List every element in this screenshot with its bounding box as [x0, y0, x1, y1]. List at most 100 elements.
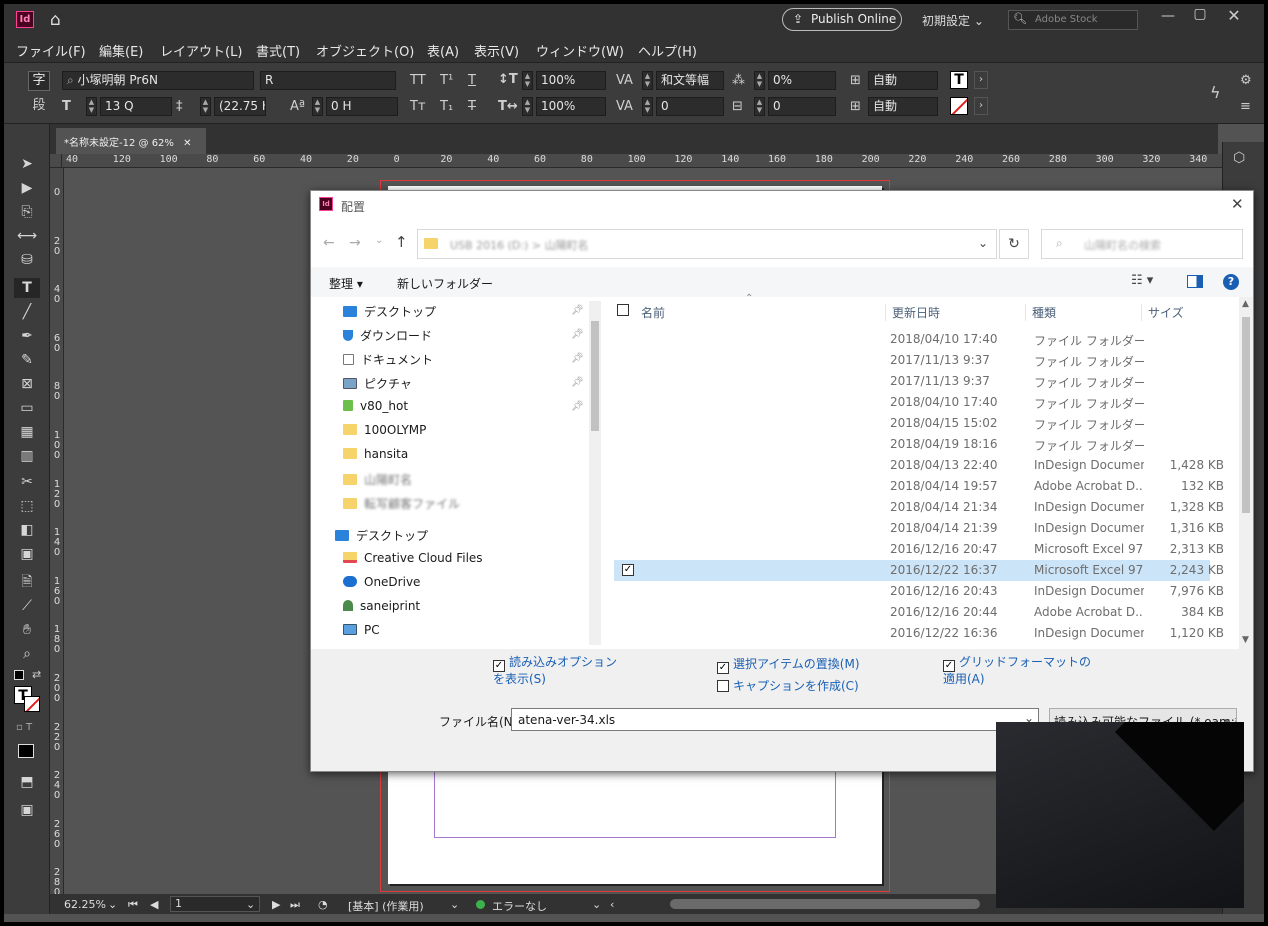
character-mode-button[interactable]: 字	[28, 71, 50, 91]
swatch-menu-arrow[interactable]: ›	[974, 71, 988, 89]
preview-pane-icon[interactable]	[1187, 275, 1203, 288]
gap-tool-icon[interactable]: ⟷	[14, 226, 40, 246]
column-header-date[interactable]: 更新日時	[885, 304, 940, 321]
direct-selection-tool-icon[interactable]: ▶	[14, 178, 40, 198]
menu-window[interactable]: ウィンドウ(W)	[536, 41, 624, 60]
leading-input[interactable]: (22.75 H	[214, 97, 266, 116]
new-folder-button[interactable]: 新しいフォルダー	[397, 275, 493, 292]
apply-color-icon[interactable]	[18, 744, 34, 758]
cc-libraries-icon[interactable]: ⬡	[1233, 150, 1245, 166]
fill-stroke-swatch[interactable]: T	[14, 686, 42, 714]
table-row[interactable]: ✓atena-ver-34.xls2016/12/22 16:37Microso…	[614, 560, 1224, 581]
preflight-profile[interactable]: [基本] (作業用)	[348, 898, 424, 914]
refresh-button[interactable]: ↻	[999, 229, 1029, 259]
superscript-icon[interactable]: T¹	[440, 73, 453, 88]
zoom-level[interactable]: 62.25%	[64, 898, 106, 911]
preflight-errors[interactable]: エラーなし	[492, 898, 547, 914]
rectangle-frame-tool-icon[interactable]: ⊠	[14, 374, 40, 394]
paragraph-mode-button[interactable]: 段	[28, 97, 50, 117]
table-row[interactable]: 住所取込み2018/04/15 15:02ファイル フォルダー	[614, 413, 1210, 434]
show-import-options-checkbox[interactable]: ✓ 読み込みオプションを表示(S)	[493, 655, 623, 687]
back-icon[interactable]: ←	[323, 235, 335, 251]
strikethrough-icon[interactable]: T	[468, 99, 476, 114]
organize-button[interactable]: 整理 ▾	[329, 275, 363, 292]
vertical-grid-tool-icon[interactable]: ▥	[14, 446, 40, 466]
vertical-scale-input[interactable]: 100%	[536, 71, 606, 90]
hand-tool-icon[interactable]: ✋︎	[14, 620, 40, 640]
minimize-button[interactable]: —	[1156, 8, 1180, 24]
eyedropper-tool-icon[interactable]: ⟋	[14, 596, 40, 616]
first-page-icon[interactable]: ⏮︎	[128, 898, 138, 912]
pin-icon[interactable]: 📌︎	[571, 305, 584, 316]
leading-stepper[interactable]: ▲ ▼	[200, 97, 211, 116]
table-row[interactable]: atena_tmp2017/11/13 9:37ファイル フォルダー	[614, 371, 1210, 392]
aki-stepper[interactable]: ▲ ▼	[754, 97, 765, 116]
screen-mode-icon[interactable]: ⬒	[14, 772, 40, 792]
table-row[interactable]: 住所取込みRevC2018/04/19 18:16ファイル フォルダー	[614, 434, 1210, 455]
address-dropdown-icon[interactable]: ⌄	[978, 236, 988, 250]
table-row[interactable]: atena-ver-2３山陽.xls2016/12/16 20:47Micros…	[614, 539, 1224, 560]
last-page-icon[interactable]: ⏭︎	[290, 898, 300, 912]
menu-table[interactable]: 表(A)	[427, 41, 459, 60]
swap-colors-icon[interactable]: ⇄	[32, 668, 41, 681]
horizontal-scrollbar-thumb[interactable]	[670, 899, 980, 909]
previous-page-icon[interactable]: ◀	[150, 898, 158, 911]
preflight-dropdown-icon[interactable]: ⌄	[450, 898, 459, 911]
all-caps-icon[interactable]: TT	[410, 73, 426, 88]
default-colors-icon[interactable]	[14, 670, 24, 680]
subscript-icon[interactable]: T₁	[440, 99, 453, 114]
adobe-stock-search[interactable]: 🔍︎ Adobe Stock	[1008, 10, 1138, 30]
horizontal-ruler[interactable]: 40 120 100 80 60 40 20 0 20 40 60 80 100 120 140 160 180…	[62, 154, 1222, 168]
table-row[interactable]: 00-000頁-96回-大会誌都道府県役員名...2018/04/10 17:4…	[614, 329, 1210, 350]
menu-object[interactable]: オブジェクト(O)	[316, 41, 414, 60]
workspace-switcher[interactable]: 初期設定 ⌄	[922, 12, 984, 29]
column-header-name[interactable]: 名前	[641, 304, 665, 321]
menu-type[interactable]: 書式(T)	[256, 41, 300, 60]
scroll-left-icon[interactable]: ‹	[610, 898, 614, 911]
up-folder-icon[interactable]: ↑	[395, 233, 408, 251]
view-options-icon[interactable]: ☷ ▾	[1131, 273, 1153, 288]
next-page-icon[interactable]: ▶	[272, 898, 280, 911]
table-row[interactable]: T_NEnenga.pdf2016/12/16 20:44Adobe Acrob…	[614, 602, 1224, 623]
publish-online-button[interactable]: ⇪ Publish Online	[782, 8, 902, 31]
text-stroke-swatch[interactable]	[950, 97, 968, 115]
file-list-scrollbar[interactable]: ▲ ▼	[1239, 297, 1253, 649]
type-tool-icon[interactable]: T	[14, 278, 40, 298]
open-document-icon[interactable]: ◔	[318, 898, 328, 911]
gear-icon[interactable]: ⚙	[1240, 73, 1252, 88]
rectangle-tool-icon[interactable]: ▭	[14, 398, 40, 418]
menu-file[interactable]: ファイル(F)	[16, 41, 86, 60]
zoom-dropdown-icon[interactable]: ⌄	[108, 898, 117, 911]
font-style-select[interactable]: R	[260, 71, 396, 90]
table-row[interactable]: 今期差し替えの96回2018役員名簿2018/04/10 17:40ファイル フ…	[614, 392, 1210, 413]
document-tab[interactable]: *名称未設定-12 @ 62% ✕	[56, 128, 206, 154]
tracking-stepper[interactable]: ▲ ▼	[642, 97, 653, 116]
home-icon[interactable]: ⌂	[50, 10, 61, 30]
tracking-input[interactable]: 0	[656, 97, 724, 116]
forward-icon[interactable]: →	[349, 235, 361, 251]
baseline-shift-input[interactable]: 0 H	[326, 97, 398, 116]
maximize-button[interactable]: ▢	[1188, 6, 1212, 22]
ruler-origin[interactable]	[50, 154, 62, 168]
close-button[interactable]: ✕	[1222, 6, 1246, 25]
kerning-stepper[interactable]: ▲ ▼	[642, 71, 653, 90]
gradient-swatch-tool-icon[interactable]: ◧	[14, 520, 40, 540]
text-fill-swatch[interactable]: T	[950, 71, 968, 89]
table-row[interactable]: 26 住所テンプレート.indd2018/04/14 21:39InDesign…	[614, 518, 1224, 539]
tsume-stepper[interactable]: ▲ ▼	[754, 71, 765, 90]
lightning-icon[interactable]: ϟ	[1210, 83, 1221, 102]
gradient-feather-tool-icon[interactable]: ▣	[14, 544, 40, 564]
scissors-tool-icon[interactable]: ✂	[14, 472, 40, 492]
search-box[interactable]: ⌕ 山陽町名の検索	[1041, 229, 1243, 259]
table-row[interactable]: T_NE変更.indd2016/12/22 16:36InDesign Docu…	[614, 623, 1224, 644]
pencil-tool-icon[interactable]: ✎	[14, 350, 40, 370]
column-header-type[interactable]: 種類	[1025, 304, 1056, 321]
formatting-container-icon[interactable]: ▫ T	[16, 722, 32, 733]
line-tool-icon[interactable]: ╱	[14, 302, 40, 322]
menu-help[interactable]: ヘルプ(H)	[638, 41, 697, 60]
recent-locations-icon[interactable]: ⌄	[375, 235, 383, 246]
font-family-select[interactable]: ⌕ 小塚明朝 Pr6N	[62, 71, 254, 90]
breadcrumb[interactable]: USB 2016 (D:) > 山陽町名	[450, 237, 589, 253]
page-tool-icon[interactable]: ⎘	[14, 202, 40, 222]
create-caption-checkbox[interactable]: キャプションを作成(C)	[717, 677, 859, 694]
